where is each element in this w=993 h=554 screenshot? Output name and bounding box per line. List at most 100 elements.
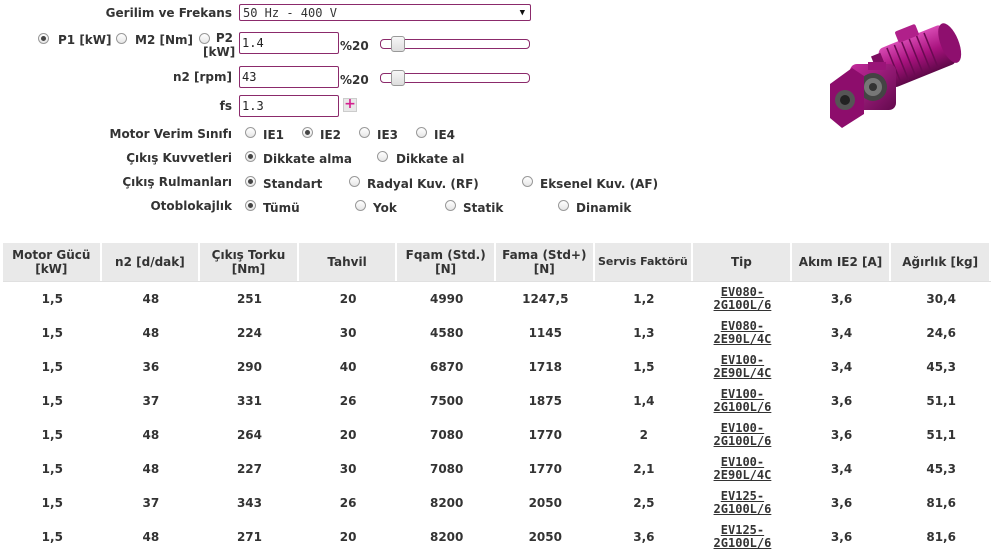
voltage-select[interactable]: 50 Hz - 400 V ▼ [239,4,531,21]
radio-p1[interactable] [38,33,49,44]
n2-slider-handle[interactable] [391,70,405,86]
table-cell: 37 [142,495,160,510]
table-cell: 271 [236,529,263,544]
n2-input[interactable]: 43 [239,66,339,88]
product-type-link[interactable]: EV100- 2E90L/4C [714,455,772,482]
column-header[interactable]: Tahvil [298,243,398,281]
power-slider-handle[interactable] [391,36,405,52]
radio-ie4[interactable] [416,127,427,138]
radio-statik[interactable] [445,200,456,211]
radio-radyal-label: Radyal Kuv. (RF) [367,177,479,191]
product-type-link[interactable]: EV100- 2E90L/4C [714,353,772,380]
table-cell: 264 [236,427,263,442]
radio-m2[interactable] [116,33,127,44]
radio-dikkate-al[interactable] [377,151,388,162]
table-row[interactable]: 1,5 37 343 26 8200 2050 2,5 EV125- 2G100L/6 3,6 8… [3,486,991,520]
table-header-row: Motor Gücü [kW] n2 [d/dak] Çıkış Torku [… [3,243,991,281]
table-row[interactable]: 1,5 48 271 20 8200 2050 3,6 EV125- 2G100L/6 3,6 8… [3,520,991,554]
column-header[interactable]: Motor Gücü [kW] [3,243,102,281]
fs-input[interactable]: 1.3 [239,95,339,117]
table-cell: 2050 [528,495,562,510]
table-cell: 20 [298,281,398,316]
product-type-link[interactable]: EV080- 2E90L/4C [714,319,772,346]
column-header[interactable]: Servis Faktörü [594,243,694,281]
product-type-link[interactable]: EV100- 2G100L/6 [714,387,772,414]
output-forces-label: Çıkış Kuvvetleri [126,151,232,165]
plus-icon[interactable]: + [343,97,357,112]
column-header[interactable]: Tip [693,243,792,281]
table-cell: 4580 [429,325,464,340]
radio-yok-label: Yok [373,201,397,215]
table-cell: 224 [236,325,263,340]
table-row[interactable]: 1,5 48 224 30 4580 1145 1,3 EV080- 2E90L/4C 3,4 2… [3,316,991,350]
table-cell: 48 [142,461,160,476]
radio-p2-label: P2 [kW] [203,31,236,59]
table-cell: 1145 [528,325,562,340]
table-cell: EV100- 2G100L/6 [693,384,792,418]
table-cell: 81,6 [926,529,956,544]
table-cell: 3,6 [830,529,853,544]
table-cell: 1718 [528,359,562,374]
efficiency-label: Motor Verim Sınıfı [109,127,233,141]
table-row[interactable]: 1,5 48 264 20 7080 1770 2 EV100- 2G100L/6 3,6 51,… [3,418,991,452]
column-header[interactable]: Fqam (Std.) [N] [397,243,496,281]
radio-eksenel[interactable] [522,176,533,187]
table-cell: 48 [101,281,201,316]
table-cell: EV100- 2G100L/6 [693,418,792,452]
radio-ie1[interactable] [245,127,256,138]
table-cell: 1,5 [41,359,63,374]
table-cell: EV125- 2G100L/6 [693,486,792,520]
table-cell: 3,4 [830,359,853,374]
n2-tolerance: %20 [340,73,369,87]
table-cell: 1247,5 [495,281,595,316]
radio-dikkate-alma[interactable] [245,151,256,162]
radio-radyal[interactable] [349,176,360,187]
table-row[interactable]: 1,5 37 331 26 7500 1875 1,4 EV100- 2G100L/6 3,6 5… [3,384,991,418]
table-cell: EV125- 2G100L/6 [693,520,792,554]
table-cell: 1,5 [41,325,63,340]
table-cell: 26 [339,495,357,510]
column-header[interactable]: Fama (Std+) [N] [495,243,595,281]
table-cell: 7500 [429,393,464,408]
radio-ie1-label: IE1 [263,128,285,142]
table-row[interactable]: 1,5 36 290 40 6870 1718 1,5 EV100- 2E90L/4C 3,4 4… [3,350,991,384]
table-cell: 343 [236,495,263,510]
table-cell: 45,3 [926,359,956,374]
product-type-link[interactable]: EV080- 2G100L/6 [714,285,772,312]
radio-ie2[interactable] [302,127,313,138]
product-type-link[interactable]: EV125- 2G100L/6 [714,489,772,516]
table-cell: 48 [142,427,160,442]
table-cell: 20 [339,427,357,442]
column-header[interactable]: Ağırlık [kg] [891,243,991,281]
chevron-down-icon[interactable]: ▼ [520,5,525,22]
radio-ie3[interactable] [359,127,370,138]
table-cell: 1770 [528,427,562,442]
radio-yok[interactable] [355,200,366,211]
radio-standart[interactable] [245,176,256,187]
table-cell: 30 [339,325,357,340]
column-header[interactable]: Çıkış Torku [Nm] [200,243,299,281]
radio-dinamik[interactable] [558,200,569,211]
column-header[interactable]: n2 [d/dak] [101,243,201,281]
table-row[interactable]: 1,5 48 251 20 4990 1247,5 1,2 EV080- 2G100L/6 3,… [3,281,991,316]
table-cell: 1,2 [594,281,694,316]
column-header[interactable]: Akım IE2 [A] [791,243,892,281]
table-cell: 1,4 [633,393,655,408]
radio-statik-label: Statik [463,201,504,215]
table-row[interactable]: 1,5 48 227 30 7080 1770 2,1 EV100- 2E90L/4C 3,4 4… [3,452,991,486]
table-cell: 1,5 [41,529,63,544]
radio-tumu[interactable] [245,200,256,211]
product-type-link[interactable]: EV125- 2G100L/6 [714,523,772,550]
power-input[interactable]: 1.4 [239,32,339,54]
table-cell: 4990 [397,281,496,316]
table-cell: 37 [142,393,160,408]
voltage-value: 50 Hz - 400 V [243,6,337,20]
table-cell: 1,5 [41,461,63,476]
fs-label: fs [219,99,232,113]
table-cell: 30,4 [891,281,991,316]
table-cell: 3,6 [830,393,853,408]
radio-dinamik-label: Dinamik [576,201,632,215]
table-cell: 51,1 [926,427,956,442]
table-body: 1,5 48 251 20 4990 1247,5 1,2 EV080- 2G100L/6 3,… [3,281,991,554]
product-type-link[interactable]: EV100- 2G100L/6 [714,421,772,448]
